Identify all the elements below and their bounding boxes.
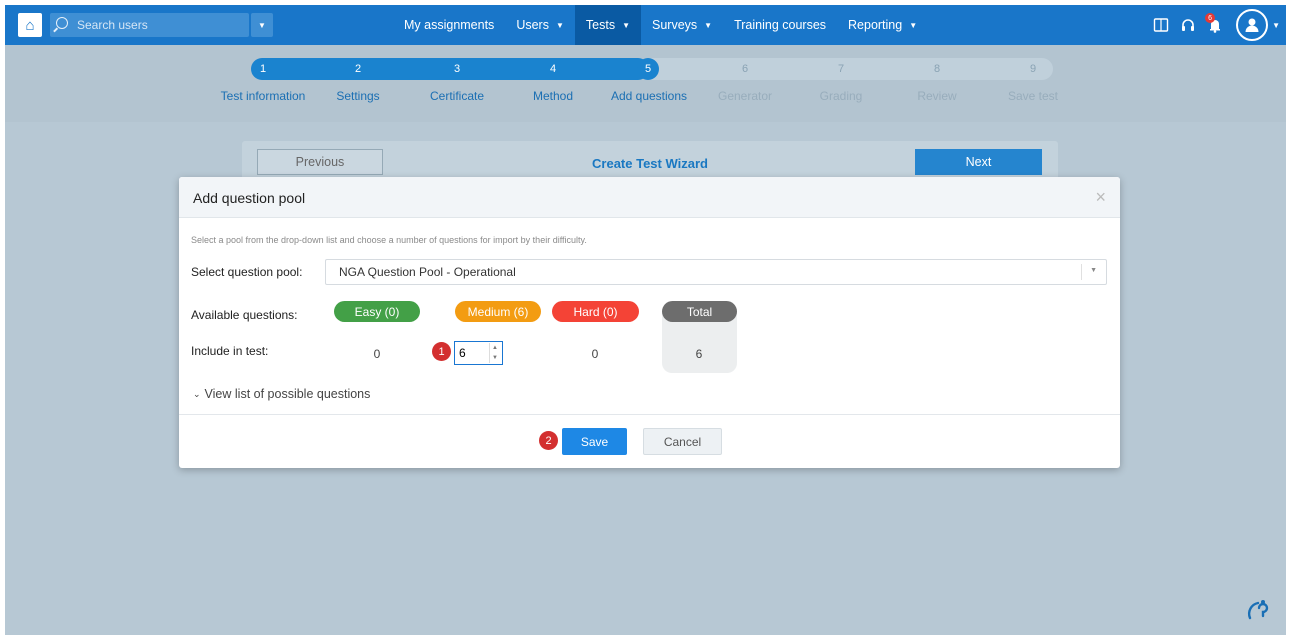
step-label-settings[interactable]: Settings xyxy=(336,89,379,103)
nav-my-assignments[interactable]: My assignments xyxy=(393,5,505,45)
caret-down-icon: ▼ xyxy=(555,20,564,30)
nav-label: Reporting xyxy=(848,18,903,32)
nav-training-courses[interactable]: Training courses xyxy=(723,5,837,45)
step-number[interactable]: 2 xyxy=(346,58,370,80)
step-number[interactable]: 1 xyxy=(251,58,275,80)
help-widget-icon[interactable] xyxy=(1244,594,1274,624)
cancel-button[interactable]: Cancel xyxy=(643,428,722,455)
step-number[interactable]: 5 xyxy=(636,58,660,80)
step-marker-1: 1 xyxy=(432,342,451,361)
top-navbar: ⌂ ▼ My assignments Users ▼ Tests ▼ Surveys… xyxy=(5,5,1286,45)
step-label-certificate[interactable]: Certificate xyxy=(430,89,484,103)
step-number[interactable]: 3 xyxy=(445,58,469,80)
easy-badge: Easy (0) xyxy=(334,301,420,322)
next-button[interactable]: Next xyxy=(915,149,1042,175)
nav-label: Training courses xyxy=(734,18,827,32)
hard-badge: Hard (0) xyxy=(552,301,639,322)
hard-include-value: 0 xyxy=(591,347,599,361)
nav-label: Tests xyxy=(585,18,616,32)
total-badge: Total xyxy=(662,301,737,322)
chevron-up-icon[interactable]: ▲ xyxy=(492,345,498,351)
wizard-stepper: 1 2 3 4 5 6 7 8 9 Test information Setti… xyxy=(5,45,1286,122)
include-in-test-label: Include in test: xyxy=(191,344,269,358)
easy-include-value: 0 xyxy=(373,347,381,361)
total-include-value: 6 xyxy=(695,347,703,361)
instruction-text: Select a pool from the drop-down list an… xyxy=(191,235,587,245)
nav-label: Surveys xyxy=(652,18,698,32)
step-label-test-information[interactable]: Test information xyxy=(221,89,306,103)
step-label-grading: Grading xyxy=(819,89,863,103)
nav-surveys[interactable]: Surveys ▼ xyxy=(641,5,723,45)
user-tools: 6 ▼ xyxy=(1146,5,1286,45)
step-number: 7 xyxy=(837,63,845,75)
chevron-down-icon[interactable]: ▼ xyxy=(492,355,498,361)
available-questions-label: Available questions: xyxy=(191,308,298,322)
nav-label: Users xyxy=(516,18,549,32)
question-pool-select[interactable]: NGA Question Pool - Operational ▼ xyxy=(325,259,1107,285)
step-number: 6 xyxy=(741,63,749,75)
wizard-header: Previous Create Test Wizard Next xyxy=(242,141,1058,181)
help-book-icon[interactable] xyxy=(1149,13,1173,37)
search-box[interactable] xyxy=(50,13,249,37)
step-label-add-questions[interactable]: Add questions xyxy=(611,89,687,103)
select-divider xyxy=(1081,264,1082,280)
stepper-arrows-icon[interactable]: ▲ ▼ xyxy=(489,343,500,363)
add-question-pool-dialog: Add question pool × Select a pool from t… xyxy=(179,177,1120,468)
select-pool-label: Select question pool: xyxy=(191,265,303,279)
medium-include-stepper[interactable]: ▲▼ xyxy=(454,341,503,365)
nav-users[interactable]: Users ▼ xyxy=(505,5,575,45)
chevron-down-icon: ⌄ xyxy=(193,388,201,399)
view-questions-toggle[interactable]: ⌄ View list of possible questions xyxy=(193,387,370,401)
nav-tests[interactable]: Tests ▼ xyxy=(574,5,641,45)
step-number[interactable]: 4 xyxy=(541,58,565,80)
step-number: 8 xyxy=(933,63,941,75)
caret-down-icon: ▼ xyxy=(704,20,713,30)
nav-label: My assignments xyxy=(404,18,495,32)
dialog-header: Add question pool × xyxy=(179,177,1120,218)
step-label-save-test: Save test xyxy=(1007,89,1059,103)
close-icon[interactable]: × xyxy=(1095,187,1106,208)
medium-badge: Medium (6) xyxy=(455,301,541,322)
step-marker-2: 2 xyxy=(539,431,558,450)
bell-icon[interactable]: 6 xyxy=(1203,13,1227,37)
chevron-down-icon[interactable]: ▼ xyxy=(1272,21,1280,30)
headset-support-icon[interactable] xyxy=(1176,13,1200,37)
home-icon[interactable]: ⌂ xyxy=(18,13,42,37)
step-label-generator: Generator xyxy=(717,89,773,103)
nav-reporting[interactable]: Reporting ▼ xyxy=(837,5,928,45)
dropdown-arrow-icon[interactable]: ▼ xyxy=(1090,267,1097,274)
dialog-title: Add question pool xyxy=(193,190,306,206)
step-number: 9 xyxy=(1029,63,1037,75)
caret-down-icon: ▼ xyxy=(909,20,918,30)
step-label-method[interactable]: Method xyxy=(533,89,573,103)
step-label-review: Review xyxy=(917,89,957,103)
main-menu: My assignments Users ▼ Tests ▼ Surveys ▼ Tr… xyxy=(393,5,928,45)
selected-pool-value: NGA Question Pool - Operational xyxy=(339,265,516,279)
view-questions-label: View list of possible questions xyxy=(204,387,371,401)
search-filter-dropdown[interactable]: ▼ xyxy=(251,13,273,37)
avatar[interactable] xyxy=(1236,9,1269,41)
search-input[interactable] xyxy=(77,18,227,32)
caret-down-icon: ▼ xyxy=(622,20,630,30)
search-icon xyxy=(56,17,68,29)
save-button[interactable]: Save xyxy=(562,428,627,455)
